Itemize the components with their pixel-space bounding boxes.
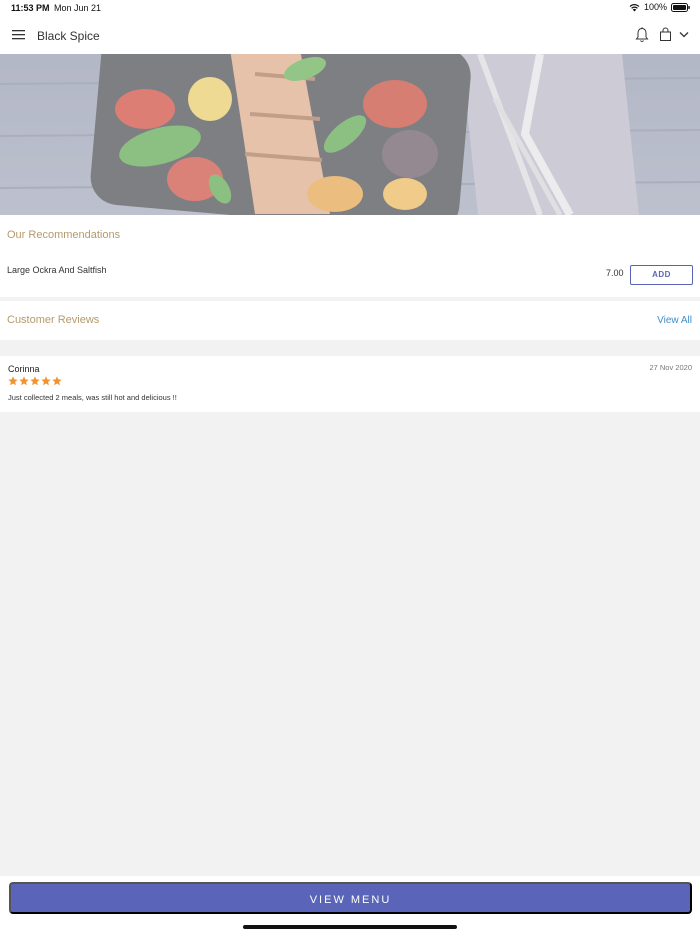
review-card: Corinna 27 Nov 2020 Just collected 2 mea… <box>0 356 700 412</box>
battery-icon <box>671 2 690 12</box>
chevron-down-icon[interactable] <box>679 31 689 38</box>
recommendation-item-name: Large Ockra And Saltfish <box>7 265 107 275</box>
add-button[interactable]: ADD <box>630 265 693 285</box>
star-icon <box>30 376 40 386</box>
menu-icon[interactable] <box>12 30 25 40</box>
nav-bar: Black Spice <box>0 16 700 54</box>
food-photo <box>0 54 700 215</box>
star-icon <box>19 376 29 386</box>
recommendations-section: Our Recommendations Large Ockra And Salt… <box>0 215 700 297</box>
review-date: 27 Nov 2020 <box>649 363 692 372</box>
status-time: 11:53 PM <box>11 3 50 13</box>
battery-percent: 100% <box>643 2 667 12</box>
shopping-bag-icon[interactable] <box>659 27 672 42</box>
reviews-header: Customer Reviews View All <box>0 301 700 340</box>
status-bar: 11:53 PM Mon Jun 21 100% <box>0 0 700 16</box>
bell-icon[interactable] <box>635 27 649 43</box>
star-icon <box>41 376 51 386</box>
review-text: Just collected 2 meals, was still hot an… <box>8 393 177 402</box>
wifi-icon <box>629 3 640 11</box>
review-author: Corinna <box>8 364 40 374</box>
recommendations-title: Our Recommendations <box>7 229 121 241</box>
status-date: Mon Jun 21 <box>54 3 102 13</box>
reviews-title: Customer Reviews <box>7 314 100 326</box>
star-icon <box>8 376 18 386</box>
page-title: Black Spice <box>37 29 100 43</box>
view-menu-button[interactable]: VIEW MENU <box>9 882 692 914</box>
status-right: 100% <box>629 2 690 12</box>
recommendation-item-price: 7.00 <box>606 268 624 278</box>
star-icon <box>52 376 62 386</box>
view-all-link[interactable]: View All <box>657 315 692 326</box>
hero-banner-image <box>0 54 700 215</box>
home-indicator <box>243 925 457 929</box>
review-rating <box>8 376 62 386</box>
